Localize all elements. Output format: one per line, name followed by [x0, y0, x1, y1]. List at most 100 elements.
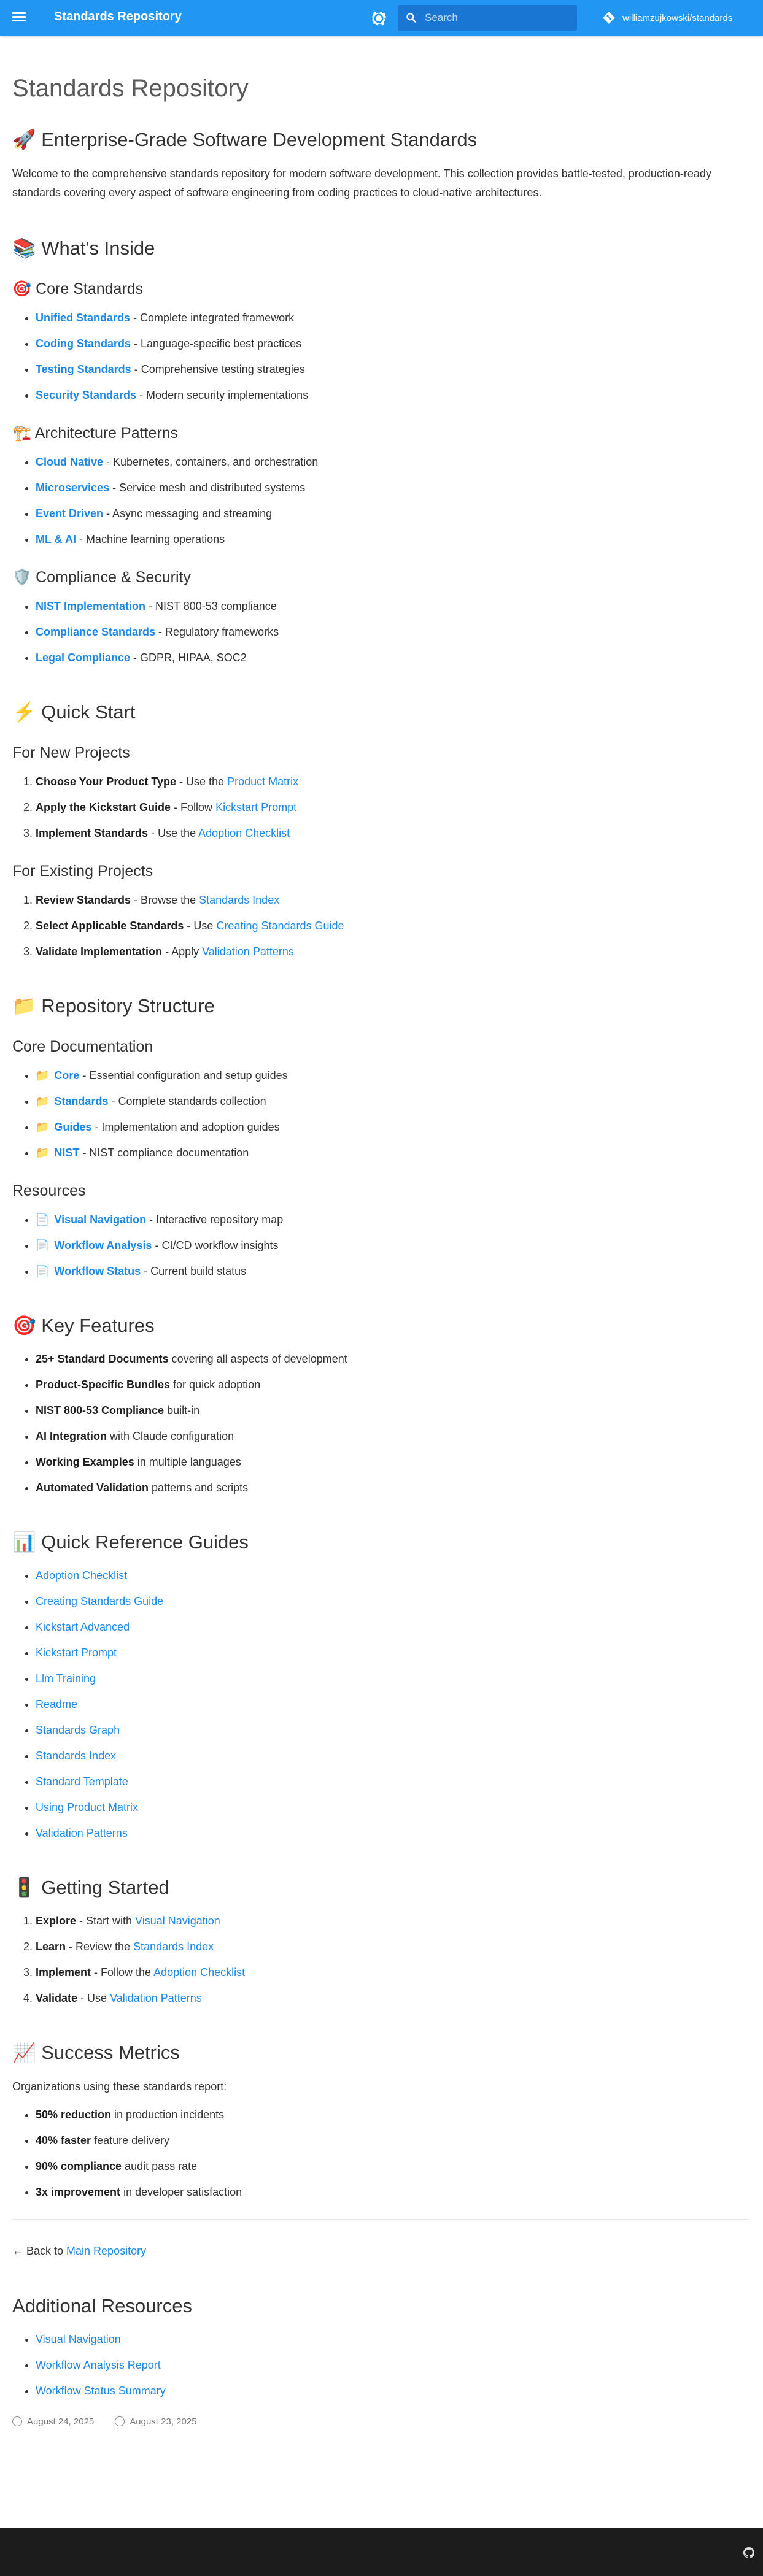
guide-link[interactable]: Kickstart Prompt	[36, 1647, 117, 1659]
guide-link[interactable]: Standard Template	[36, 1775, 128, 1788]
list-item: 50% reduction in production incidents	[36, 2106, 749, 2123]
additional-resources-list: Visual Navigation Workflow Analysis Repor…	[36, 2331, 749, 2399]
item-text: feature delivery	[91, 2134, 170, 2147]
step-link[interactable]: Adoption Checklist	[198, 827, 290, 839]
list-item: 📄 Workflow Analysis - CI/CD workflow insi…	[36, 1237, 749, 1254]
step-link[interactable]: Visual Navigation	[135, 1915, 220, 1927]
guide-link[interactable]: Creating Standards Guide	[36, 1595, 163, 1607]
list-item: 📁 Guides - Implementation and adoption gu…	[36, 1118, 749, 1136]
standard-link[interactable]: Event Driven	[36, 507, 103, 520]
item-highlight: 25+ Standard Documents	[36, 1353, 169, 1365]
standard-link[interactable]: Legal Compliance	[36, 652, 130, 664]
search-box[interactable]	[398, 5, 577, 31]
step-link[interactable]: Adoption Checklist	[153, 1966, 245, 1978]
main-repository-link[interactable]: Main Repository	[66, 2245, 146, 2257]
list-item: 3x improvement in developer satisfaction	[36, 2183, 749, 2201]
getting-started-list: Explore - Start with Visual Navigation Le…	[36, 1912, 749, 2007]
site-title[interactable]: Standards Repository	[54, 10, 182, 24]
theme-toggle-icon[interactable]	[370, 9, 388, 28]
step-link[interactable]: Kickstart Prompt	[215, 801, 296, 813]
resource-link[interactable]: Workflow Analysis	[54, 1239, 152, 1251]
list-item: Testing Standards - Comprehensive testin…	[36, 361, 749, 378]
step-link[interactable]: Validation Patterns	[110, 1992, 202, 2004]
standard-link-label: Coding Standards	[36, 337, 131, 350]
repo-link[interactable]: williamzujkowski/standards	[602, 9, 732, 27]
guide-link[interactable]: Workflow Status Summary	[36, 2385, 166, 2397]
guide-link[interactable]: Visual Navigation	[36, 2333, 121, 2345]
guide-link[interactable]: Workflow Analysis Report	[36, 2359, 161, 2371]
list-item: 90% compliance audit pass rate	[36, 2158, 749, 2175]
item-highlight: AI Integration	[36, 1430, 107, 1442]
step-title: Implement Standards	[36, 827, 149, 839]
list-item: Visual Navigation	[36, 2331, 749, 2348]
step-text: - Use	[184, 920, 217, 932]
step-link[interactable]: Product Matrix	[227, 775, 298, 788]
step-link[interactable]: Validation Patterns	[202, 945, 294, 958]
list-item: Standards Index	[36, 1747, 749, 1764]
guide-link[interactable]: Llm Training	[36, 1672, 96, 1685]
resource-link[interactable]: NIST	[54, 1147, 79, 1159]
step-title: Validate Implementation	[36, 945, 163, 958]
standard-link-label: Testing Standards	[36, 363, 131, 375]
whats-inside-heading: 📚 What's Inside	[12, 237, 155, 259]
resource-link[interactable]: Core	[54, 1069, 79, 1082]
list-item: Standards Graph	[36, 1721, 749, 1739]
github-icon[interactable]	[743, 2547, 754, 2558]
item-text: for quick adoption	[170, 1378, 261, 1391]
standard-link[interactable]: Cloud Native	[36, 456, 103, 468]
search-input[interactable]	[425, 5, 572, 31]
intro-paragraph: Welcome to the comprehensive standards r…	[12, 167, 711, 199]
history-icon	[115, 2416, 125, 2426]
list-item: Adoption Checklist	[36, 1567, 749, 1584]
guide-link[interactable]: Adoption Checklist	[36, 1569, 127, 1582]
list-item: 40% faster feature delivery	[36, 2132, 749, 2149]
standard-link[interactable]: Microservices	[36, 482, 109, 494]
step-link[interactable]: Creating Standards Guide	[216, 920, 344, 932]
architecture-heading: 🏗️ Architecture Patterns	[12, 425, 179, 442]
resources-heading: Resources	[12, 1182, 86, 1199]
standard-link[interactable]: NIST Implementation	[36, 600, 145, 612]
item-description: - Interactive repository map	[146, 1213, 284, 1226]
standard-link-label: Microservices	[36, 482, 110, 494]
guide-link[interactable]: Validation Patterns	[36, 1827, 128, 1839]
list-item: Implement Standards - Use the Adoption C…	[36, 825, 749, 842]
standard-link[interactable]: ML & AI	[36, 533, 76, 545]
list-item: Coding Standards - Language-specific bes…	[36, 335, 749, 352]
metrics-intro: Organizations using these standards repo…	[12, 2080, 227, 2093]
menu-icon[interactable]	[11, 10, 27, 25]
hero-heading: 🚀 Enterprise-Grade Software Development …	[12, 129, 478, 150]
resource-link[interactable]: Standards	[54, 1095, 108, 1107]
compliance-heading: 🛡️ Compliance & Security	[12, 569, 191, 586]
standard-link-label: ML & AI	[36, 533, 76, 545]
standard-link[interactable]: Security Standards	[36, 389, 136, 401]
step-text: - Apply	[162, 945, 203, 958]
standard-link[interactable]: Compliance Standards	[36, 626, 155, 638]
search-icon	[406, 13, 417, 23]
list-item: 📄 Visual Navigation - Interactive reposit…	[36, 1211, 749, 1228]
resource-link[interactable]: Workflow Status	[54, 1265, 141, 1277]
resource-link[interactable]: Visual Navigation	[54, 1213, 146, 1226]
item-description: - NIST compliance documentation	[79, 1147, 249, 1159]
item-highlight: 3x improvement	[36, 2186, 121, 2198]
list-item: Automated Validation patterns and script…	[36, 1479, 749, 1496]
guide-link[interactable]: Standards Index	[36, 1750, 116, 1762]
step-link[interactable]: Standards Index	[133, 1940, 214, 1953]
standard-link[interactable]: Unified Standards	[36, 312, 130, 324]
guide-link[interactable]: Readme	[36, 1698, 77, 1710]
resource-link[interactable]: Guides	[54, 1121, 91, 1133]
guide-link[interactable]: Using Product Matrix	[36, 1801, 138, 1813]
guide-link[interactable]: Kickstart Advanced	[36, 1621, 130, 1633]
step-link[interactable]: Standards Index	[199, 894, 279, 906]
item-description: - Language-specific best practices	[131, 337, 302, 350]
step-title: Choose Your Product Type	[36, 775, 177, 788]
standard-link[interactable]: Testing Standards	[36, 363, 131, 375]
new-projects-list: Choose Your Product Type - Use the Produ…	[36, 773, 749, 842]
folder-icon: 📄	[36, 1239, 50, 1251]
standard-link[interactable]: Coding Standards	[36, 337, 131, 350]
resource-link-label: Workflow Status	[54, 1265, 141, 1277]
list-item: NIST 800-53 Compliance built-in	[36, 1402, 749, 1419]
list-item: Compliance Standards - Regulatory framew…	[36, 623, 749, 640]
guide-link[interactable]: Standards Graph	[36, 1724, 120, 1736]
item-text: audit pass rate	[122, 2160, 198, 2172]
folder-icon: 📁	[36, 1121, 50, 1133]
